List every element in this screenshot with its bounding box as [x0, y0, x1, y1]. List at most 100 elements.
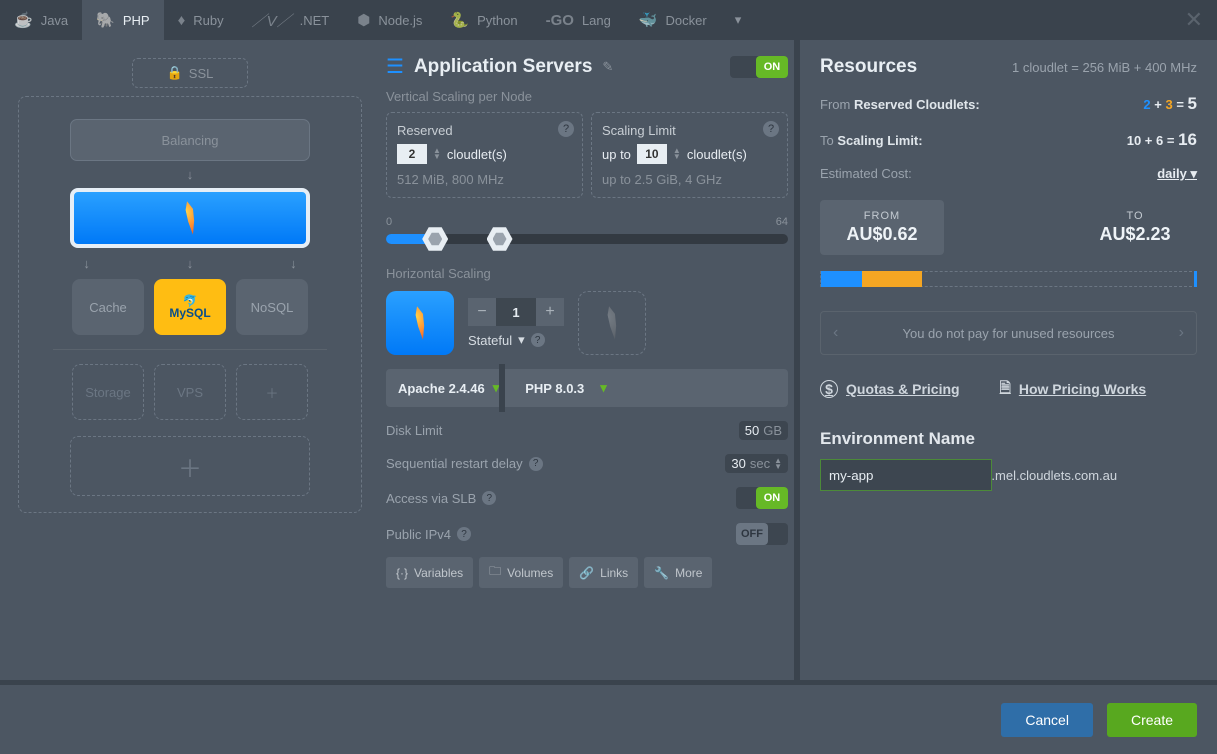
ipv4-label: Public IPv4	[386, 527, 451, 542]
cost-bar	[820, 271, 1197, 287]
cost-period-select[interactable]: daily ▾	[1157, 166, 1197, 182]
runtime-name: PHP 8.0.3	[525, 381, 584, 396]
chevron-down-icon: ▾	[600, 380, 607, 396]
help-icon[interactable]: ?	[482, 491, 496, 505]
tab-java[interactable]: ☕Java	[0, 0, 82, 40]
chevron-left-icon[interactable]: ‹	[833, 324, 838, 342]
create-button[interactable]: Create	[1107, 703, 1197, 737]
disk-limit-label: Disk Limit	[386, 423, 442, 438]
help-icon[interactable]: ?	[531, 333, 545, 347]
decrease-button[interactable]: −	[468, 298, 496, 326]
estimated-cost-label: Estimated Cost:	[820, 166, 912, 181]
info-text: You do not pay for unused resources	[903, 326, 1115, 341]
help-icon[interactable]: ?	[558, 121, 574, 137]
server-card-ghost[interactable]	[578, 291, 646, 355]
limit-handle[interactable]	[487, 226, 513, 252]
cost-to-amount: AU$2.23	[1077, 224, 1193, 245]
vertical-scaling-label: Vertical Scaling per Node	[386, 89, 788, 104]
tab-node[interactable]: ⬢Node.js	[343, 0, 436, 40]
dotnet-icon: ／V／	[252, 10, 292, 31]
restart-delay-value[interactable]: 30sec ▲▼	[725, 454, 788, 473]
plus-icon: ＋	[178, 449, 202, 484]
apache-icon	[594, 304, 629, 343]
edit-icon[interactable]: ✎	[602, 59, 613, 75]
cloudlet-slider[interactable]: 0 64	[386, 216, 788, 244]
node-count: 1	[496, 298, 536, 326]
lock-icon: 🔒	[167, 65, 183, 81]
restart-delay-label: Sequential restart delay	[386, 456, 523, 471]
apache-icon	[172, 199, 207, 238]
help-icon[interactable]: ?	[457, 527, 471, 541]
mysql-node[interactable]: 🐬 MySQL	[154, 279, 226, 335]
close-button[interactable]: ✕	[1171, 7, 1217, 33]
reserved-value-input[interactable]: 2	[397, 144, 427, 164]
braces-icon: {·}	[396, 566, 408, 580]
server-card-active[interactable]	[386, 291, 454, 355]
tab-more[interactable]: ▾	[721, 0, 756, 40]
restart-stepper[interactable]: ▲▼	[774, 458, 782, 470]
env-name-input[interactable]	[820, 459, 992, 491]
tab-docker[interactable]: 🐳Docker	[625, 0, 721, 40]
plus-icon: ＋	[265, 383, 278, 402]
link-icon: 🔗	[579, 566, 594, 580]
chevron-down-icon: ▾	[1190, 166, 1197, 181]
docker-icon: 🐳	[639, 11, 658, 29]
chevron-right-icon[interactable]: ›	[1179, 324, 1184, 342]
increase-button[interactable]: +	[536, 298, 564, 326]
cost-from-card: FROM AU$0.62	[820, 200, 944, 255]
tab-go[interactable]: -GOLang	[532, 0, 625, 40]
appserver-toggle[interactable]: ON	[730, 56, 788, 78]
from-reserved-total: 5	[1188, 94, 1197, 113]
node-icon: ⬢	[357, 11, 370, 29]
reserved-box: ? Reserved 2 ▲▼ cloudlet(s) 512 MiB, 800…	[386, 112, 583, 198]
scaling-limit-box: ? Scaling Limit up to 10 ▲▼ cloudlet(s) …	[591, 112, 788, 198]
help-icon[interactable]: ?	[763, 121, 779, 137]
server-runtime-select[interactable]: Apache 2.4.46 ▾ PHP 8.0.3 ▾	[386, 369, 788, 407]
ipv4-toggle[interactable]: OFF	[736, 523, 788, 545]
links-button[interactable]: 🔗Links	[569, 557, 638, 588]
from-reserved-orange: 3	[1165, 97, 1172, 112]
howpricing-link[interactable]: 🗎 How Pricing Works	[1000, 377, 1147, 401]
stateful-select[interactable]: Stateful	[468, 333, 512, 348]
pricing-info-carousel[interactable]: ‹ You do not pay for unused resources ›	[820, 311, 1197, 355]
cloudlets-label: cloudlet(s)	[687, 147, 747, 162]
go-icon: -GO	[546, 12, 574, 29]
scaling-stepper[interactable]: ▲▼	[673, 148, 681, 160]
apache-icon	[402, 304, 437, 343]
divider	[53, 349, 327, 350]
appserver-node-selected[interactable]	[70, 188, 310, 248]
quotas-link[interactable]: $ Quotas & Pricing	[820, 377, 960, 401]
add-layer-button[interactable]: ＋	[70, 436, 310, 496]
variables-button[interactable]: {·}Variables	[386, 557, 473, 588]
tab-ruby[interactable]: ♦Ruby	[164, 0, 238, 40]
from-reserved-blue: 2	[1143, 97, 1150, 112]
tab-python[interactable]: 🐍Python	[436, 0, 531, 40]
add-node-button[interactable]: ＋	[236, 364, 308, 420]
reserved-handle[interactable]	[422, 226, 448, 252]
help-icon[interactable]: ?	[529, 457, 543, 471]
scaling-value-input[interactable]: 10	[637, 144, 667, 164]
slb-toggle[interactable]: ON	[736, 487, 788, 509]
cancel-button[interactable]: Cancel	[1001, 703, 1093, 737]
vps-node[interactable]: VPS	[154, 364, 226, 420]
disk-limit-value[interactable]: 50GB	[739, 421, 788, 440]
balancing-node[interactable]: Balancing	[70, 119, 310, 161]
volumes-button[interactable]: 🗀Volumes	[479, 557, 563, 588]
dialog-footer: Cancel Create	[0, 680, 1217, 754]
nosql-node[interactable]: NoSQL	[236, 279, 308, 335]
tab-net[interactable]: ／V／.NET	[238, 0, 344, 40]
folder-icon: 🗀	[489, 562, 501, 583]
cache-node[interactable]: Cache	[72, 279, 144, 335]
to-limit-a: 10	[1127, 133, 1141, 148]
slider-max: 64	[776, 216, 788, 228]
more-button[interactable]: 🔧More	[644, 557, 712, 588]
arrow-down-icon: ↓	[290, 256, 297, 271]
scaling-title: Scaling Limit	[602, 123, 777, 138]
ssl-toggle[interactable]: 🔒 SSL	[132, 58, 248, 88]
reserved-stepper[interactable]: ▲▼	[433, 148, 441, 160]
to-limit-b: 6	[1156, 133, 1163, 148]
tab-php[interactable]: 🐘PHP	[82, 0, 163, 40]
menu-icon[interactable]: ☰	[386, 54, 404, 79]
storage-node[interactable]: Storage	[72, 364, 144, 420]
language-tabs: ☕Java 🐘PHP ♦Ruby ／V／.NET ⬢Node.js 🐍Pytho…	[0, 0, 1217, 40]
